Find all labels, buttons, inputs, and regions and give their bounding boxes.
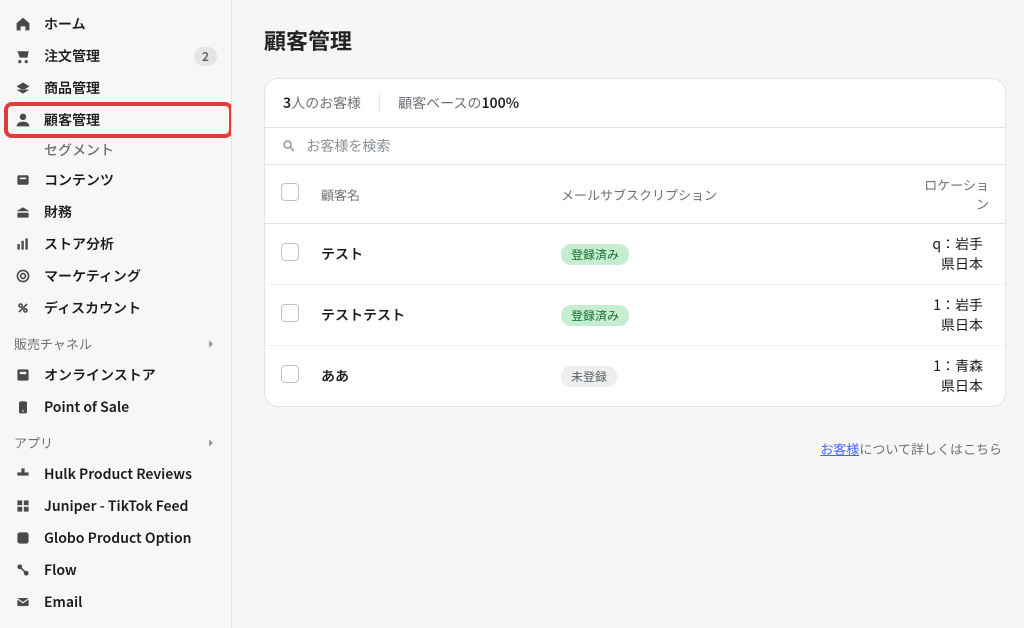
search-icon (281, 138, 296, 154)
sidebar-item-label: Printful (44, 624, 217, 628)
sidebar-item-content[interactable]: コンテンツ (0, 164, 231, 196)
sidebar-item-label: ホーム (44, 14, 217, 34)
status-badge: 登録済み (561, 244, 629, 265)
search-input[interactable] (306, 138, 989, 154)
table-row[interactable]: テストテスト 登録済み 1：岩手県日本 (265, 285, 1005, 346)
sidebar-item-label: マーケティング (44, 266, 217, 286)
pos-icon (14, 398, 32, 416)
cell-subscription: 未登録 (561, 366, 921, 387)
sidebar-item-label: オンラインストア (44, 365, 217, 385)
row-checkbox[interactable] (281, 243, 299, 261)
cell-subscription: 登録済み (561, 244, 921, 265)
sidebar: ホーム 注文管理 2 商品管理 顧客管理 セグメント (0, 0, 232, 628)
app-flow-icon (14, 561, 32, 579)
content-icon (14, 171, 32, 189)
customers-icon (14, 111, 32, 129)
col-location: ロケーション (921, 175, 989, 213)
sidebar-item-label: Point of Sale (44, 397, 217, 417)
cell-name: テスト (321, 244, 561, 264)
customers-card: 3人のお客様 顧客ベースの100% 顧客名 メールサブスクリプション ロケーショ… (264, 78, 1006, 407)
sidebar-app-email[interactable]: Email (0, 586, 231, 618)
sidebar-item-label: コンテンツ (44, 170, 217, 190)
sidebar-item-discounts[interactable]: ディスカウント (0, 292, 231, 324)
table-header: 顧客名 メールサブスクリプション ロケーション (265, 165, 1005, 224)
app-hulk-icon (14, 465, 32, 483)
summary-base: 顧客ベースの100% (398, 93, 519, 113)
orders-icon (14, 47, 32, 65)
status-badge: 登録済み (561, 305, 629, 326)
sidebar-item-label: Email (44, 592, 217, 612)
page-title: 顧客管理 (264, 24, 1006, 56)
summary-count: 3人のお客様 (283, 93, 361, 113)
cell-name: ああ (321, 366, 561, 386)
sidebar-item-label: Juniper - TikTok Feed (44, 496, 217, 516)
table-row[interactable]: テスト 登録済み q：岩手県日本 (265, 224, 1005, 285)
section-channels[interactable]: 販売チャネル (0, 324, 231, 359)
sidebar-app-flow[interactable]: Flow (0, 554, 231, 586)
sidebar-item-orders[interactable]: 注文管理 2 (0, 40, 231, 72)
sidebar-item-label: 注文管理 (44, 46, 194, 66)
cell-location: q：岩手県日本 (921, 234, 989, 274)
sidebar-item-label: 商品管理 (44, 78, 217, 98)
sidebar-subitem-label: セグメント (44, 140, 114, 160)
sidebar-channel-onlinestore[interactable]: オンラインストア (0, 359, 231, 391)
discounts-icon (14, 299, 32, 317)
sidebar-subitem-segments[interactable]: セグメント (0, 136, 231, 164)
section-apps[interactable]: アプリ (0, 423, 231, 458)
select-all-checkbox[interactable] (281, 183, 299, 201)
sidebar-item-label: ディスカウント (44, 298, 217, 318)
sidebar-highlight: 顧客管理 (0, 104, 231, 136)
sidebar-item-label: Flow (44, 560, 217, 580)
section-label: アプリ (14, 433, 205, 452)
cell-location: 1：青森県日本 (921, 356, 989, 396)
status-badge: 未登録 (561, 366, 617, 387)
sidebar-item-analytics[interactable]: ストア分析 (0, 228, 231, 260)
chevron-right-icon (205, 338, 217, 350)
help-link[interactable]: お客様 (820, 439, 859, 458)
row-checkbox[interactable] (281, 365, 299, 383)
help-text: について詳しくはこちら (859, 439, 1002, 458)
col-name: 顧客名 (321, 185, 561, 204)
sidebar-app-juniper[interactable]: Juniper - TikTok Feed (0, 490, 231, 522)
row-checkbox[interactable] (281, 304, 299, 322)
orders-badge: 2 (194, 47, 217, 66)
products-icon (14, 79, 32, 97)
summary-bar: 3人のお客様 顧客ベースの100% (265, 79, 1005, 128)
app-juniper-icon (14, 497, 32, 515)
cell-location: 1：岩手県日本 (921, 295, 989, 335)
sidebar-item-label: ストア分析 (44, 234, 217, 254)
sidebar-item-marketing[interactable]: マーケティング (0, 260, 231, 292)
sidebar-app-printful[interactable]: Printful (0, 618, 231, 628)
search-row (265, 128, 1005, 165)
sidebar-item-home[interactable]: ホーム (0, 8, 231, 40)
sidebar-item-label: 顧客管理 (44, 110, 217, 130)
finances-icon (14, 203, 32, 221)
home-icon (14, 15, 32, 33)
footer-help: お客様について詳しくはこちら (264, 425, 1006, 458)
chevron-right-icon (205, 437, 217, 449)
app-globo-icon (14, 529, 32, 547)
cell-subscription: 登録済み (561, 305, 921, 326)
analytics-icon (14, 235, 32, 253)
marketing-icon (14, 267, 32, 285)
onlinestore-icon (14, 366, 32, 384)
sidebar-item-label: 財務 (44, 202, 217, 222)
sidebar-app-hulk[interactable]: Hulk Product Reviews (0, 458, 231, 490)
cell-name: テストテスト (321, 305, 561, 325)
sidebar-channel-pos[interactable]: Point of Sale (0, 391, 231, 423)
sidebar-item-finances[interactable]: 財務 (0, 196, 231, 228)
col-subscription: メールサブスクリプション (561, 185, 921, 204)
sidebar-item-products[interactable]: 商品管理 (0, 72, 231, 104)
sidebar-item-customers[interactable]: 顧客管理 (0, 104, 231, 136)
sidebar-app-globo[interactable]: Globo Product Option (0, 522, 231, 554)
divider (379, 94, 380, 112)
app-email-icon (14, 593, 32, 611)
section-label: 販売チャネル (14, 334, 205, 353)
sidebar-item-label: Globo Product Option (44, 528, 217, 548)
sidebar-item-label: Hulk Product Reviews (44, 464, 217, 484)
main-content: 顧客管理 3人のお客様 顧客ベースの100% 顧客名 メールサブスクリプション … (232, 0, 1024, 628)
table-row[interactable]: ああ 未登録 1：青森県日本 (265, 346, 1005, 406)
